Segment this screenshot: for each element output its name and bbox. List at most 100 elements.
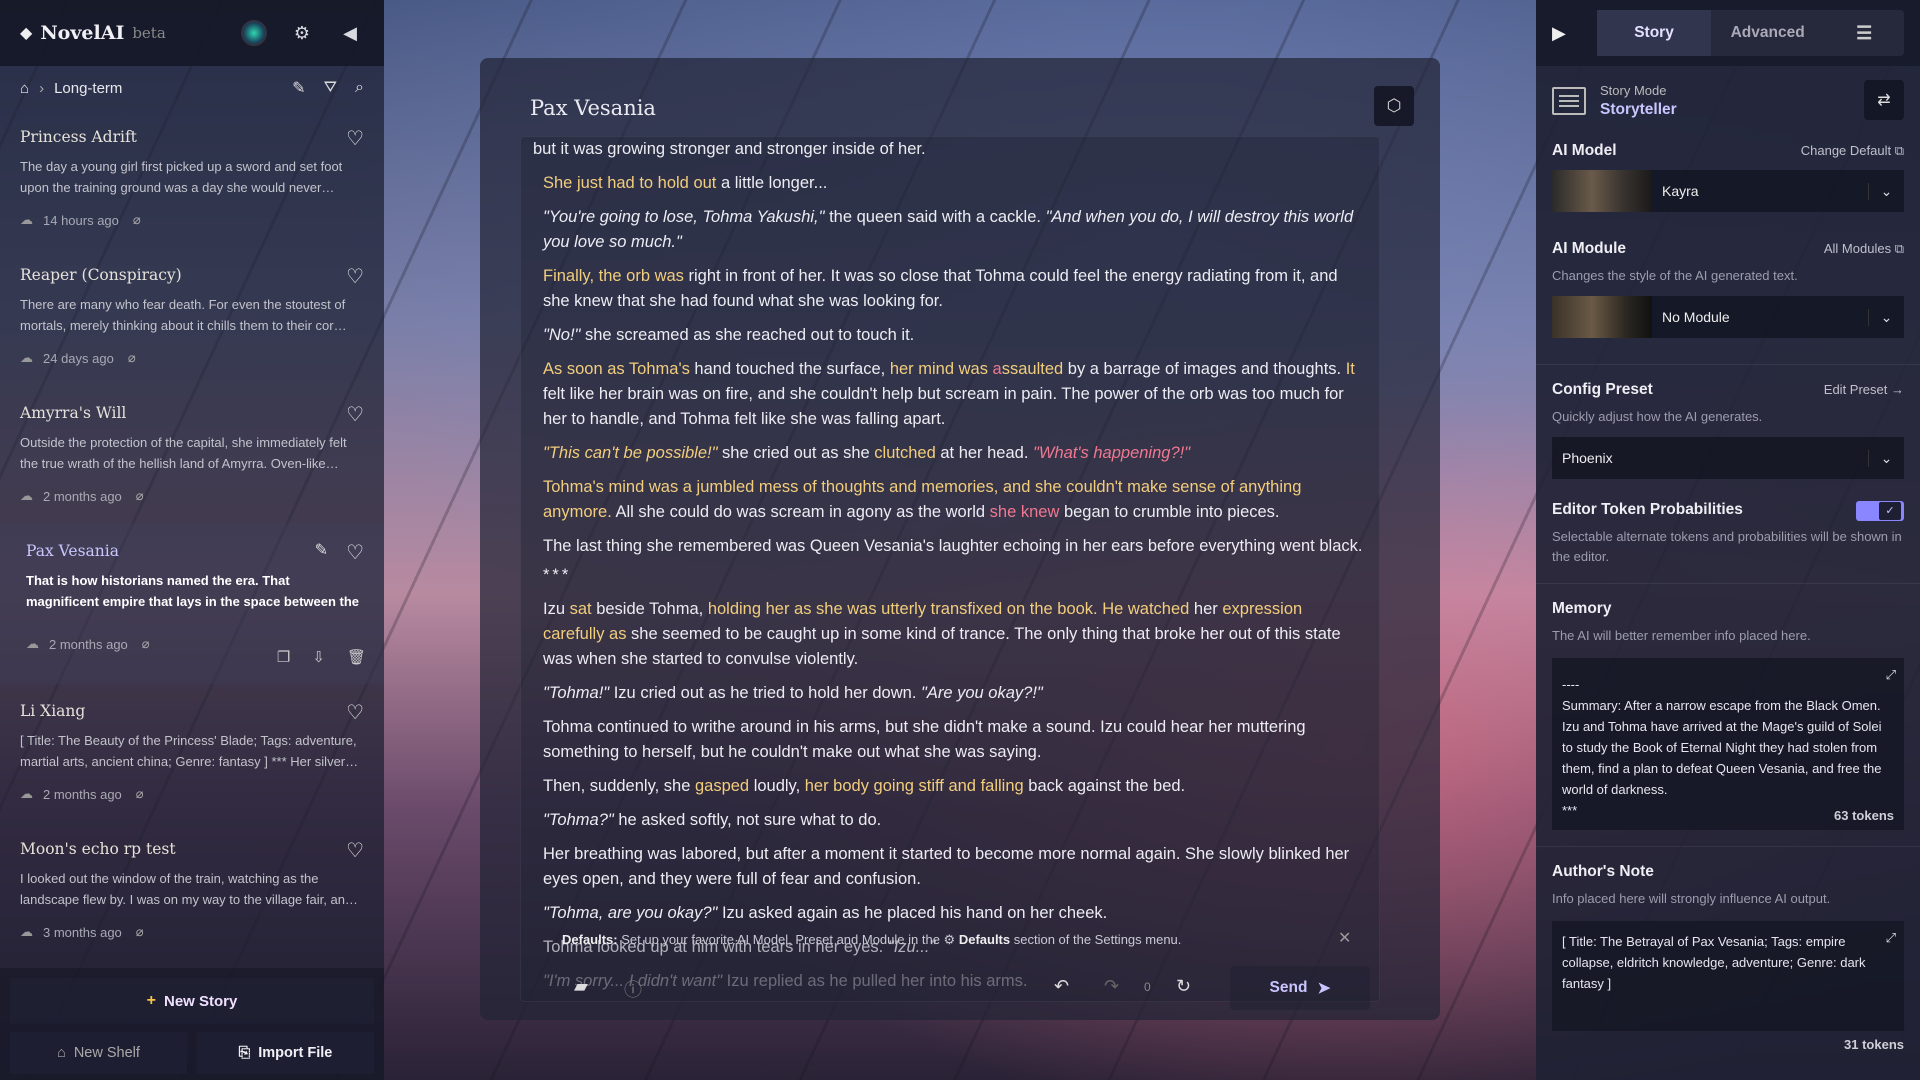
story-paragraph: but it was growing stronger and stronger…: [533, 140, 926, 158]
novelai-logo-icon: ◆: [20, 25, 33, 42]
story-card[interactable]: Moon's echo rp test ♡ I looked out the w…: [0, 822, 384, 960]
delete-story-icon[interactable]: 🗑: [347, 648, 366, 666]
new-shelf-label: New Shelf: [73, 1045, 140, 1061]
story-card[interactable]: Reaper (Conspiracy) ♡ There are many who…: [0, 248, 384, 386]
beta-badge: beta: [132, 24, 166, 42]
story-mode-value[interactable]: Storyteller: [1600, 101, 1677, 119]
chevron-down-icon: ⌄: [1868, 449, 1904, 467]
story-paragraph: She just had to hold out a little longer…: [543, 174, 828, 192]
story-paragraph: The last thing she remembered was Queen …: [543, 537, 1363, 555]
story-card-active[interactable]: Pax Vesania ✎ ♡ That is how historians n…: [0, 524, 384, 684]
edit-story-icon[interactable]: ✎: [315, 540, 328, 560]
favorite-heart-icon[interactable]: ♡: [346, 540, 364, 565]
story-paragraph: Izu sat beside Tohma, holding her as she…: [543, 600, 1341, 668]
chevron-right-icon: ›: [39, 79, 45, 97]
token-probabilities-toggle[interactable]: [1856, 501, 1904, 521]
send-button[interactable]: Send ➤: [1230, 966, 1370, 1010]
favorite-heart-icon[interactable]: ♡: [346, 264, 364, 289]
redo-count: 0: [1144, 980, 1151, 994]
settings-gear-icon[interactable]: ⚙: [288, 19, 316, 47]
story-options-cube-icon[interactable]: ⬡: [1374, 86, 1414, 126]
story-card[interactable]: Li Xiang ♡ [ Title: The Beauty of the Pr…: [0, 684, 384, 822]
story-title: Princess Adrift: [20, 128, 137, 146]
story-paragraph: "Tohma?" he asked softly, not sure what …: [543, 811, 882, 829]
divider: [1536, 364, 1920, 365]
collapse-panel-icon[interactable]: ▶: [1552, 23, 1579, 44]
sidebar-footer: + New Story ⌂ New Shelf ⎘ Import File: [0, 968, 384, 1080]
edit-shelf-icon[interactable]: ✎: [292, 78, 305, 98]
ai-module-section: AI Module All Modules ⧉ Changes the styl…: [1536, 240, 1920, 338]
token-probabilities-title: Editor Token Probabilities: [1552, 501, 1743, 518]
search-icon[interactable]: ⌕: [355, 79, 364, 97]
story-paragraph: Finally, the orb was right in front of h…: [543, 267, 1338, 310]
ai-module-select[interactable]: No Module ⌄: [1552, 296, 1904, 338]
authors-note-textarea[interactable]: ⤢ [ Title: The Betrayal of Pax Vesania; …: [1552, 921, 1904, 1031]
divider: [1536, 583, 1920, 584]
paperclip-icon: ⌀: [135, 786, 144, 801]
story-title: Reaper (Conspiracy): [20, 266, 182, 284]
send-arrow-icon: ➤: [1317, 979, 1331, 997]
config-preset-select[interactable]: Phoenix ⌄: [1552, 437, 1904, 479]
tab-advanced[interactable]: Advanced: [1711, 24, 1825, 42]
story-timestamp: 2 months ago: [43, 786, 122, 802]
story-timestamp: 2 months ago: [49, 636, 128, 652]
new-story-button[interactable]: + New Story: [10, 978, 374, 1024]
ai-module-value: No Module: [1662, 309, 1730, 325]
expand-icon[interactable]: ⤢: [1886, 927, 1896, 948]
filter-icon[interactable]: ⛛: [324, 79, 337, 97]
story-card[interactable]: Princess Adrift ♡ The day a young girl f…: [0, 110, 384, 248]
cloud-icon: ☁: [26, 636, 39, 651]
tab-story[interactable]: Story: [1597, 10, 1711, 56]
story-paragraph: "Tohma, are you okay?" Izu asked again a…: [543, 904, 1108, 922]
import-file-label: Import File: [258, 1045, 333, 1061]
change-default-link[interactable]: Change Default ⧉: [1801, 143, 1904, 159]
story-title-heading[interactable]: Pax Vesania: [530, 96, 656, 120]
panel-header: ▶ Story Advanced ☰: [1536, 0, 1920, 66]
favorite-heart-icon[interactable]: ♡: [346, 126, 364, 151]
download-story-icon[interactable]: ⇩: [312, 648, 325, 666]
favorite-heart-icon[interactable]: ♡: [346, 402, 364, 427]
home-icon[interactable]: ⌂: [20, 80, 29, 97]
authors-note-subtitle: Info placed here will strongly influence…: [1552, 891, 1831, 906]
token-probabilities-subtitle: Selectable alternate tokens and probabil…: [1552, 529, 1902, 564]
expand-icon[interactable]: ⤢: [1886, 664, 1896, 685]
story-paragraph: Tohma's mind was a jumbled mess of thoug…: [543, 478, 1302, 521]
cloud-icon: ☁: [20, 488, 33, 503]
breadcrumb-shelf[interactable]: Long-term: [54, 80, 122, 97]
ai-model-value: Kayra: [1662, 183, 1699, 199]
redo-icon[interactable]: ↷: [1104, 976, 1119, 997]
new-shelf-button[interactable]: ⌂ New Shelf: [10, 1032, 187, 1074]
favorite-heart-icon[interactable]: ♡: [346, 838, 364, 863]
duplicate-story-icon[interactable]: ❐: [277, 648, 290, 666]
ai-model-title: AI Model: [1552, 142, 1617, 159]
lorebook-icon[interactable]: ▰: [574, 976, 588, 997]
swap-mode-icon[interactable]: ⇄: [1864, 80, 1904, 120]
cloud-icon: ☁: [20, 212, 33, 227]
story-mode-label: Story Mode: [1600, 83, 1667, 98]
edit-preset-link[interactable]: Edit Preset →: [1824, 382, 1904, 397]
authors-note-title: Author's Note: [1552, 863, 1654, 880]
cloud-icon: ☁: [20, 924, 33, 939]
story-paragraph: "You're going to lose, Tohma Yakushi," t…: [543, 208, 1354, 251]
story-card[interactable]: Amyrra's Will ♡ Outside the protection o…: [0, 386, 384, 524]
external-link-icon: ⧉: [1894, 241, 1904, 256]
app-name: NovelAI: [40, 22, 125, 44]
story-timestamp: 3 months ago: [43, 924, 122, 940]
cloud-icon: ☁: [20, 350, 33, 365]
account-orb-icon[interactable]: [240, 19, 268, 47]
ai-model-select[interactable]: Kayra ⌄: [1552, 170, 1904, 212]
close-tip-icon[interactable]: ✕: [1338, 928, 1351, 948]
undo-icon[interactable]: ↶: [1054, 976, 1069, 997]
sliders-icon[interactable]: ☰: [1824, 23, 1904, 44]
collapse-sidebar-icon[interactable]: ◀: [336, 19, 364, 47]
favorite-heart-icon[interactable]: ♡: [346, 700, 364, 725]
all-modules-link[interactable]: All Modules ⧉: [1824, 241, 1904, 257]
story-title: Li Xiang: [20, 702, 86, 720]
memory-textarea[interactable]: ⤢ ---- Summary: After a narrow escape fr…: [1552, 658, 1904, 830]
retry-icon[interactable]: ↻: [1176, 976, 1191, 997]
story-text-editor[interactable]: but it was growing stronger and stronger…: [520, 136, 1380, 1002]
import-file-button[interactable]: ⎘ Import File: [197, 1032, 374, 1074]
scene-break: ***: [543, 566, 572, 584]
story-paragraph: As soon as Tohma's hand touched the surf…: [543, 360, 1355, 428]
info-icon[interactable]: ⓘ: [624, 976, 642, 1002]
